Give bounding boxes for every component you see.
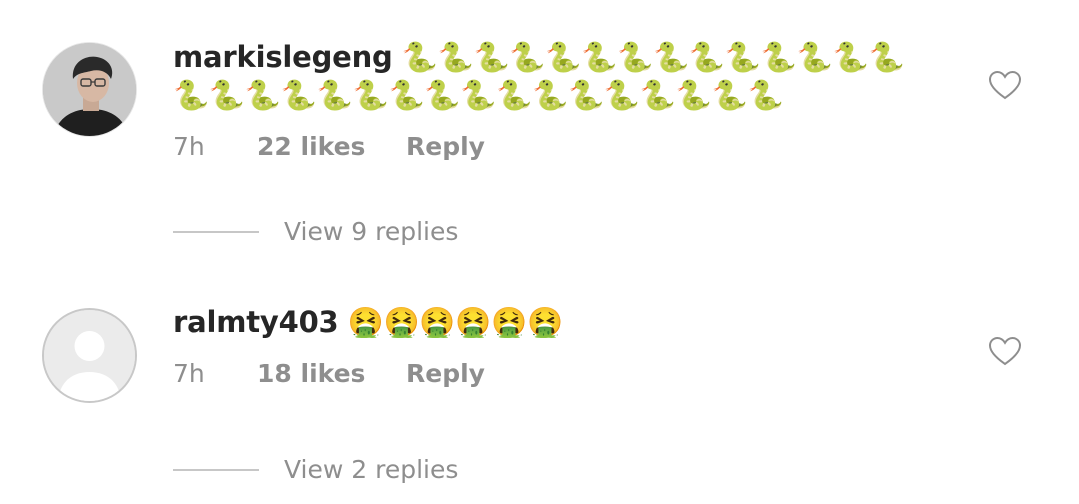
comment-content: ralmty403 🤮🤮🤮🤮🤮🤮	[173, 303, 933, 341]
comment-likes-count[interactable]: 18 likes	[257, 357, 365, 391]
comment-item: ralmty403 🤮🤮🤮🤮🤮🤮 7h 18 likes Reply View …	[0, 0, 1079, 504]
view-replies-label: View 2 replies	[284, 455, 459, 484]
comment-text: 🤮🤮🤮🤮🤮🤮	[347, 305, 564, 339]
replies-divider	[173, 469, 259, 471]
comment-text-block: ralmty403 🤮🤮🤮🤮🤮🤮	[173, 303, 933, 341]
avatar[interactable]	[42, 308, 137, 403]
comment-timestamp: 7h	[173, 359, 205, 388]
default-avatar-icon	[44, 310, 135, 401]
comment-username[interactable]: ralmty403	[173, 305, 339, 339]
heart-outline-icon[interactable]	[988, 336, 1022, 366]
reply-button[interactable]: Reply	[406, 357, 485, 391]
